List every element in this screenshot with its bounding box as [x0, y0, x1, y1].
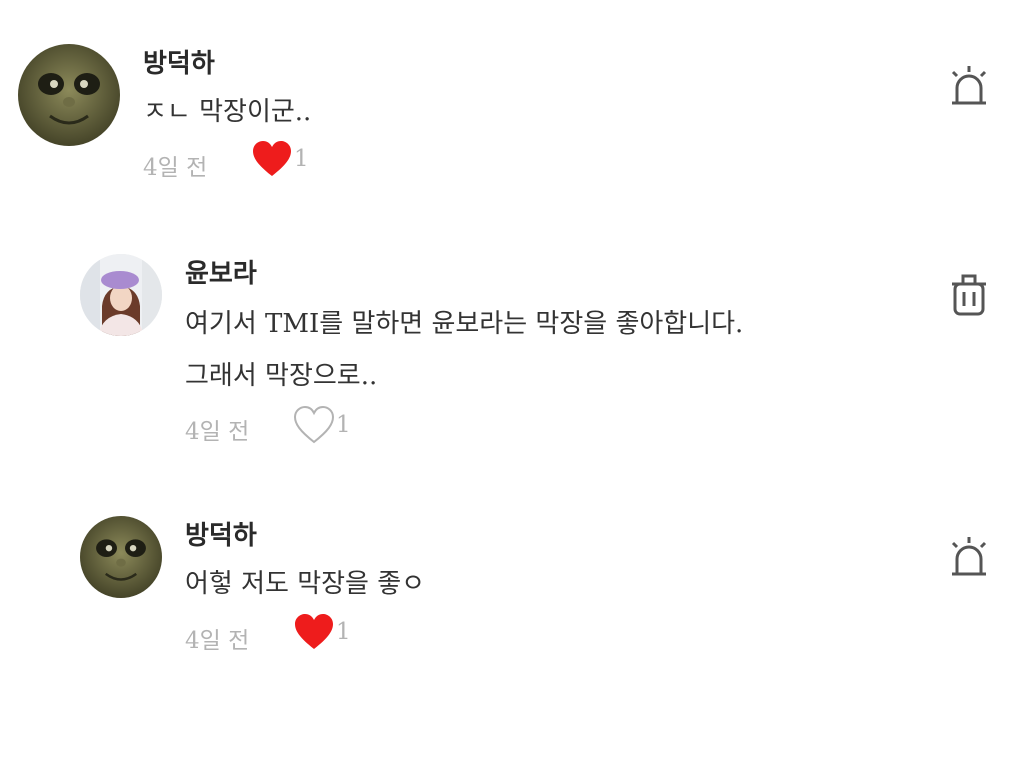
heart-filled-icon [295, 614, 333, 649]
siren-icon [951, 66, 987, 105]
person-photo-icon [80, 254, 162, 336]
comment-item: 방덕하 ㅈㄴ 막장이군.. 4일 전 1 [0, 0, 1033, 200]
comment-author[interactable]: 윤보라 [185, 253, 257, 290]
siren-icon [951, 537, 987, 576]
like-count: 1 [336, 619, 351, 645]
delete-button[interactable] [950, 272, 988, 322]
report-button[interactable] [948, 64, 990, 112]
avatar[interactable] [80, 516, 162, 598]
comment-timestamp: 4일 전 [185, 628, 250, 654]
avatar[interactable] [80, 254, 162, 336]
comment-timestamp: 4일 전 [143, 155, 208, 181]
comment-text: ㅈㄴ 막장이군.. [143, 97, 312, 127]
comment-item: 방덕하 어헣 저도 막장을 좋ㅇ 4일 전 1 [0, 495, 1033, 695]
tank-engine-face-icon [18, 44, 120, 146]
comment-author[interactable]: 방덕하 [143, 43, 215, 80]
comment-text: 여기서 TMI를 말하면 윤보라는 막장을 좋아합니다. [185, 309, 744, 339]
like-button[interactable]: 1 [294, 613, 351, 651]
like-button[interactable]: 1 [294, 406, 351, 444]
report-button[interactable] [948, 535, 990, 583]
comment-author[interactable]: 방덕하 [185, 515, 257, 552]
like-button[interactable]: 1 [252, 140, 309, 178]
comment-text: 어헣 저도 막장을 좋ㅇ [185, 569, 426, 599]
comment-timestamp: 4일 전 [185, 419, 250, 445]
heart-filled-icon [253, 141, 291, 176]
like-count: 1 [336, 412, 351, 438]
like-count: 1 [294, 146, 309, 172]
avatar[interactable] [18, 44, 120, 146]
trash-icon [952, 274, 986, 316]
comment-item: 윤보라 여기서 TMI를 말하면 윤보라는 막장을 좋아합니다. 그래서 막장으… [0, 230, 1033, 460]
heart-outline-icon [294, 406, 334, 444]
tank-engine-face-icon [80, 516, 162, 598]
comment-text: 그래서 막장으로.. [185, 361, 378, 391]
